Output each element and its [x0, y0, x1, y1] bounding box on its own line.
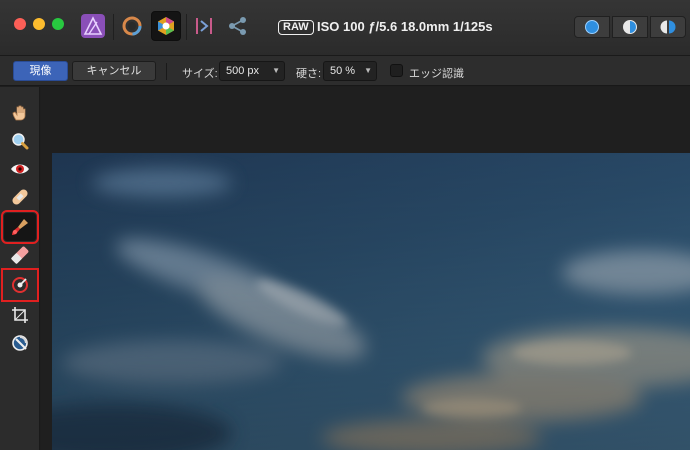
- size-field[interactable]: 500 px ▼: [219, 61, 285, 81]
- single-view-icon: [585, 20, 599, 34]
- overlay-gradient-tool-icon: [12, 277, 28, 293]
- raw-badge: RAW: [278, 20, 314, 35]
- canvas-area[interactable]: [41, 87, 690, 450]
- exif-info: ISO 100 ƒ/5.6 18.0mm 1/125s: [317, 19, 493, 34]
- share-icon: [229, 17, 246, 35]
- size-value: 500 px: [226, 65, 260, 77]
- split-view-icon: [623, 20, 637, 34]
- edge-detection-label: エッジ認識: [409, 68, 464, 80]
- crop-tool-icon: [12, 307, 28, 323]
- hand-tool[interactable]: [4, 99, 36, 127]
- white-balance-tool-icon: [12, 335, 28, 351]
- tone-mapping-persona-icon: [158, 17, 174, 35]
- crop-tool[interactable]: [4, 301, 36, 329]
- context-toolbar: 現像 キャンセル サイズ: 500 px ▼ 硬さ: 50 % ▼ エッジ認識: [0, 56, 690, 86]
- view-mode-group: [574, 16, 686, 38]
- hand-tool-icon: [12, 105, 26, 121]
- white-balance-tool[interactable]: [4, 329, 36, 357]
- share-button[interactable]: [223, 11, 253, 41]
- tone-mapping-persona-button[interactable]: [151, 11, 181, 41]
- size-label: サイズ:: [182, 68, 218, 80]
- cancel-button[interactable]: キャンセル: [72, 61, 156, 81]
- close-window-button[interactable]: [14, 18, 26, 30]
- minimize-window-button[interactable]: [33, 18, 45, 30]
- photo-persona-icon: [81, 14, 105, 38]
- blemish-tool-icon: [12, 189, 28, 205]
- red-eye-tool-icon: [11, 164, 29, 174]
- develop-persona-icon: [122, 16, 142, 36]
- mirror-view-icon: [660, 20, 676, 34]
- overlay-erase-tool-icon: [11, 246, 29, 264]
- mirror-view-button[interactable]: [650, 16, 686, 38]
- split-view-button[interactable]: [612, 16, 648, 38]
- title-bar: RAW ISO 100 ƒ/5.6 18.0mm 1/125s: [0, 0, 690, 56]
- photo-canvas[interactable]: [52, 153, 690, 450]
- develop-persona-button[interactable]: [117, 11, 147, 41]
- chevron-down-icon: ▼: [364, 66, 372, 75]
- overlay-erase-tool[interactable]: [4, 241, 36, 269]
- single-view-button[interactable]: [574, 16, 610, 38]
- export-persona-icon: [196, 18, 212, 34]
- chevron-down-icon: ▼: [272, 66, 280, 75]
- zoom-tool-icon: [12, 133, 29, 150]
- red-eye-tool[interactable]: [4, 155, 36, 183]
- hardness-field[interactable]: 50 % ▼: [323, 61, 377, 81]
- tools-panel: [0, 87, 40, 450]
- hardness-value: 50 %: [330, 65, 356, 77]
- maximize-window-button[interactable]: [52, 18, 64, 30]
- overlay-gradient-tool[interactable]: [1, 268, 39, 302]
- zoom-tool[interactable]: [4, 127, 36, 155]
- blemish-tool[interactable]: [4, 183, 36, 211]
- apply-button[interactable]: 現像: [13, 61, 68, 81]
- export-persona-button[interactable]: [189, 11, 219, 41]
- edge-detection-checkbox[interactable]: [390, 64, 403, 77]
- overlay-paint-tool[interactable]: [1, 210, 39, 244]
- sky-photo: [52, 153, 690, 450]
- hardness-label: 硬さ:: [296, 68, 322, 80]
- photo-persona-button[interactable]: [78, 11, 108, 41]
- overlay-paint-tool-icon: [12, 219, 28, 235]
